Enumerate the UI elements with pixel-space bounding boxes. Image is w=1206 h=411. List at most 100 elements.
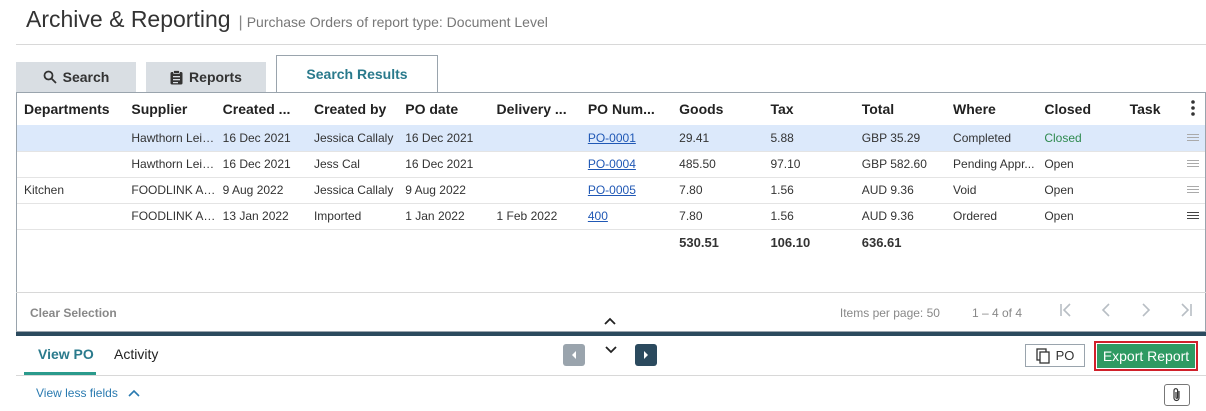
cell-po-number: 400 — [580, 203, 673, 230]
table-row[interactable]: Kitchen FOODLINK AU... 9 Aug 2022 Jessic… — [17, 177, 1205, 204]
attachment-button[interactable] — [1164, 384, 1190, 406]
column-header[interactable]: Delivery ... — [490, 93, 581, 125]
table-row[interactable]: Hawthorn Leis... 16 Dec 2021 Jessica Cal… — [17, 125, 1205, 152]
column-header[interactable]: Closed — [1037, 93, 1122, 125]
chevron-down-icon[interactable] — [604, 342, 618, 360]
list-icon — [1187, 211, 1200, 222]
page-header: Archive & Reporting | Purchase Orders of… — [26, 6, 548, 40]
list-icon — [1187, 133, 1200, 144]
next-record-button[interactable] — [635, 344, 657, 366]
tab-view-po[interactable]: View PO — [38, 346, 94, 362]
table-row[interactable]: Hawthorn Leis... 16 Dec 2021 Jess Cal 16… — [17, 151, 1205, 178]
next-page-button[interactable] — [1126, 303, 1166, 322]
cell-total: GBP 35.29 — [854, 125, 947, 152]
cell-total: GBP 582.60 — [854, 151, 947, 178]
cell-total: AUD 9.36 — [854, 177, 947, 204]
results-table: Departments Supplier Created ... Created… — [17, 93, 1205, 255]
page-range: 1 – 4 of 4 — [971, 305, 1022, 320]
cell-created: 16 Dec 2021 — [215, 151, 307, 178]
page-subtitle: Purchase Orders of report type: Document… — [246, 14, 548, 30]
detail-panel-header: View PO Activity PO Export Report — [16, 336, 1206, 376]
first-page-icon — [1060, 303, 1071, 317]
row-menu-button[interactable] — [1174, 125, 1205, 152]
cell-po-number: PO-0001 — [580, 125, 673, 152]
view-less-fields-link[interactable]: View less fields — [36, 386, 140, 400]
column-options-button[interactable] — [1175, 93, 1205, 125]
tab-reports-label: Reports — [189, 69, 242, 85]
column-header[interactable]: Departments — [17, 93, 124, 125]
cell-where: Ordered — [946, 203, 1038, 230]
table-header-row: Departments Supplier Created ... Created… — [17, 93, 1205, 125]
po-number-link[interactable]: PO-0004 — [588, 157, 636, 171]
column-header[interactable]: Tax — [763, 93, 854, 125]
cell-tax: 1.56 — [763, 177, 855, 204]
chevron-up-icon — [128, 389, 140, 397]
first-page-button[interactable] — [1046, 303, 1086, 322]
column-header[interactable]: PO date — [398, 93, 489, 125]
table-row[interactable]: FOODLINK AU... 13 Jan 2022 Imported 1 Ja… — [17, 203, 1205, 230]
kebab-menu-icon — [1191, 99, 1196, 116]
previous-page-button[interactable] — [1086, 303, 1126, 322]
cell-po-number: PO-0005 — [580, 177, 673, 204]
last-page-icon — [1181, 303, 1192, 317]
chevron-right-icon — [644, 351, 648, 359]
po-number-link[interactable]: PO-0005 — [588, 183, 636, 197]
cell-closed: Open — [1037, 151, 1123, 178]
cell-tax: 97.10 — [763, 151, 855, 178]
cell-supplier: Hawthorn Leis... — [124, 125, 216, 152]
column-header[interactable]: Task — [1123, 93, 1175, 125]
column-header[interactable]: Where — [946, 93, 1037, 125]
cell-closed: Closed — [1037, 125, 1123, 152]
cell-created-by: Imported — [306, 203, 399, 230]
chevron-right-icon — [1142, 303, 1151, 317]
cell-goods: 7.80 — [672, 203, 764, 230]
row-menu-button[interactable] — [1174, 177, 1205, 204]
tab-activity[interactable]: Activity — [114, 346, 158, 362]
export-report-button[interactable]: Export Report — [1094, 341, 1198, 371]
tab-reports[interactable]: Reports — [146, 62, 266, 92]
header-divider — [16, 44, 1206, 45]
items-per-page[interactable]: Items per page: 50 — [840, 306, 940, 320]
po-number-link[interactable]: 400 — [588, 209, 608, 223]
copy-icon — [1035, 347, 1050, 364]
tab-search-label: Search — [62, 69, 110, 85]
title-separator: | — [238, 14, 243, 31]
cell-created: 9 Aug 2022 — [215, 177, 307, 204]
cell-department — [17, 203, 125, 230]
cell-goods: 7.80 — [672, 177, 764, 204]
export-report-label: Export Report — [1097, 344, 1195, 368]
last-page-button[interactable] — [1166, 303, 1206, 322]
main-tabs: Search Reports Search Results — [16, 55, 448, 93]
cell-created-by: Jessica Callaly — [306, 177, 399, 204]
row-menu-button[interactable] — [1174, 203, 1205, 230]
cell-task — [1122, 151, 1175, 178]
row-menu-button[interactable] — [1174, 151, 1205, 178]
cell-department: Kitchen — [17, 177, 125, 204]
cell-delivery — [489, 177, 581, 204]
column-header[interactable]: Created ... — [216, 93, 307, 125]
previous-record-button[interactable] — [563, 344, 585, 366]
column-header[interactable]: Created by — [307, 93, 398, 125]
column-header[interactable]: PO Num... — [581, 93, 672, 125]
chevron-left-icon — [572, 351, 576, 359]
tab-search-results[interactable]: Search Results — [276, 55, 438, 93]
cell-po-date: 9 Aug 2022 — [398, 177, 490, 204]
cell-closed: Open — [1037, 203, 1123, 230]
clipboard-icon — [170, 69, 183, 85]
cell-total: AUD 9.36 — [854, 203, 947, 230]
copy-po-label: PO — [1055, 348, 1075, 363]
cell-task — [1122, 177, 1175, 204]
totals-row: 530.51 106.10 636.61 — [17, 229, 1205, 255]
chevron-up-icon[interactable] — [603, 313, 619, 325]
chevron-left-icon — [1101, 303, 1110, 317]
clear-selection-button[interactable]: Clear Selection — [30, 306, 117, 320]
column-header[interactable]: Supplier — [124, 93, 215, 125]
total-tax: 106.10 — [770, 234, 811, 250]
tab-search[interactable]: Search — [16, 62, 136, 92]
po-number-link[interactable]: PO-0001 — [588, 131, 636, 145]
column-header[interactable]: Goods — [672, 93, 763, 125]
copy-po-button[interactable]: PO — [1025, 344, 1085, 367]
cell-po-number: PO-0004 — [580, 151, 673, 178]
cell-where: Completed — [946, 125, 1038, 152]
column-header[interactable]: Total — [855, 93, 946, 125]
